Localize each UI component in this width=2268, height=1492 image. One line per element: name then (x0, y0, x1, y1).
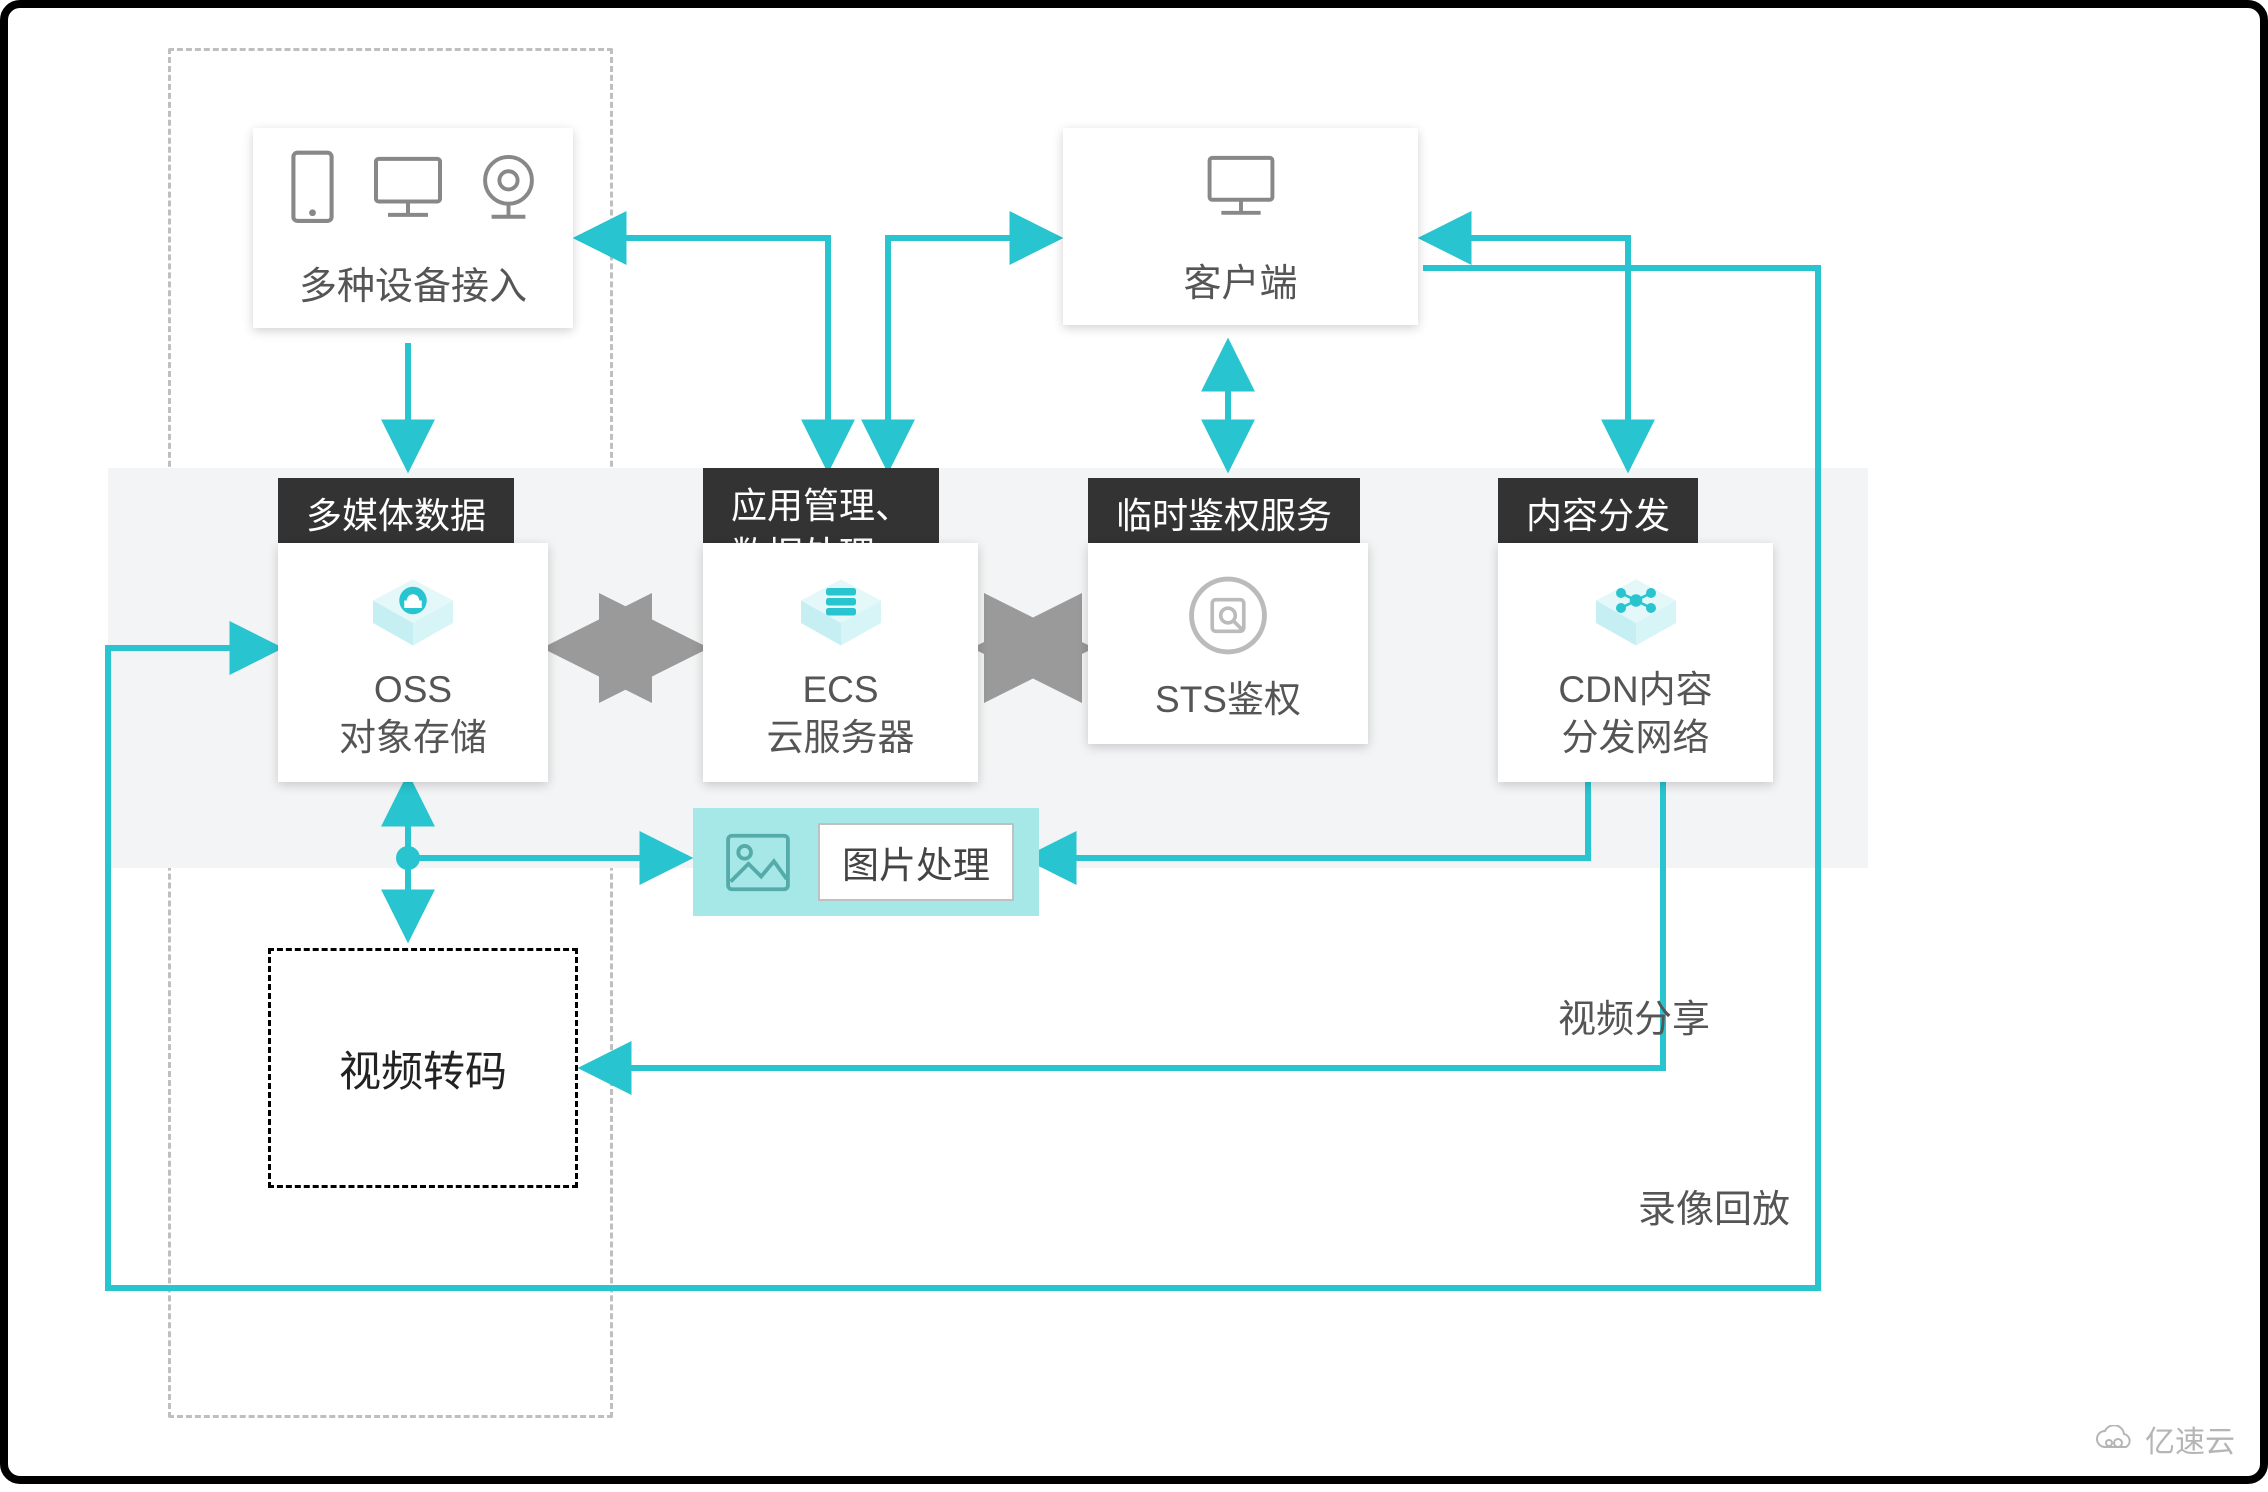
client-label: 客户端 (1063, 234, 1418, 325)
video-share-note: 视频分享 (1558, 988, 1710, 1043)
cdn-title: CDN内容 (1558, 669, 1712, 710)
phone-icon (285, 150, 340, 225)
camera-icon (476, 150, 541, 225)
ecs-icon (791, 573, 891, 648)
diagram-canvas: 多种设备接入 客户端 多媒体数据 OSS 对象存储 (0, 0, 2268, 1484)
sts-icon (1183, 573, 1273, 658)
picture-icon (723, 830, 793, 895)
devices-label: 多种设备接入 (253, 237, 573, 328)
video-transcode-label: 视频转码 (339, 1038, 507, 1099)
sts-card: STS鉴权 (1088, 543, 1368, 744)
image-processing-label: 图片处理 (818, 823, 1014, 901)
sts-caption: STS鉴权 (1088, 668, 1368, 744)
devices-card: 多种设备接入 (253, 128, 573, 328)
record-replay-note: 录像回放 (1638, 1178, 1790, 1233)
monitor-icon (368, 150, 448, 225)
watermark: 亿速云 (2093, 1417, 2235, 1461)
monitor-icon (1201, 150, 1281, 222)
cdn-subtitle: 分发网络 (1562, 717, 1710, 758)
image-processing-box: 图片处理 (693, 808, 1039, 916)
ecs-title: ECS (802, 669, 878, 710)
cdn-card: CDN内容 分发网络 (1498, 543, 1773, 782)
oss-icon (363, 573, 463, 648)
oss-subtitle: 对象存储 (339, 717, 487, 758)
ecs-caption: ECS 云服务器 (703, 658, 978, 782)
oss-caption: OSS 对象存储 (278, 658, 548, 782)
client-icons (1063, 128, 1418, 234)
cdn-icon (1586, 573, 1686, 648)
devices-icons (253, 128, 573, 237)
client-card: 客户端 (1063, 128, 1418, 325)
ecs-card: ECS 云服务器 (703, 543, 978, 782)
ecs-subtitle: 云服务器 (767, 717, 915, 758)
cdn-caption: CDN内容 分发网络 (1498, 658, 1773, 782)
sts-title: STS鉴权 (1155, 679, 1301, 720)
oss-card: OSS 对象存储 (278, 543, 548, 782)
cloud-icon (2093, 1425, 2137, 1453)
watermark-text: 亿速云 (2145, 1417, 2235, 1461)
oss-title: OSS (374, 669, 452, 710)
video-transcode-box: 视频转码 (268, 948, 578, 1188)
